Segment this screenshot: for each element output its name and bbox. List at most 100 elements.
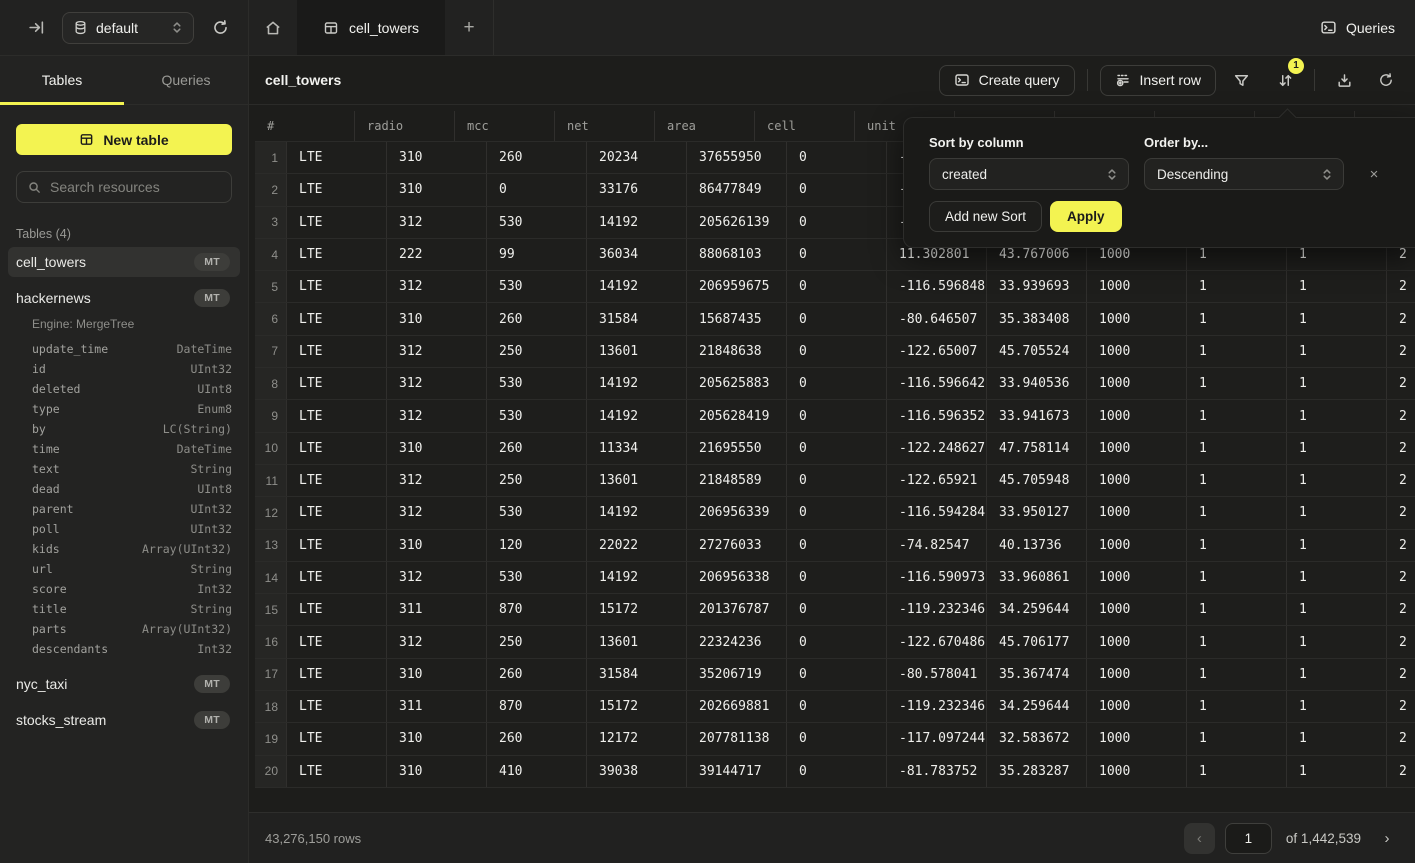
- cell-lat[interactable]: 34.259644: [987, 594, 1087, 625]
- cell-area[interactable]: 39038: [587, 756, 687, 787]
- cell-range[interactable]: 1000: [1087, 433, 1187, 464]
- cell-radio[interactable]: LTE: [287, 433, 387, 464]
- apply-button[interactable]: Apply: [1050, 201, 1122, 232]
- cell-created[interactable]: 2: [1387, 497, 1415, 528]
- cell-lat[interactable]: 34.259644: [987, 691, 1087, 722]
- cell-mcc[interactable]: 310: [387, 433, 487, 464]
- search-input[interactable]: [50, 179, 231, 195]
- cell-unit[interactable]: 0: [787, 659, 887, 690]
- cell-cell[interactable]: 206959675: [687, 271, 787, 302]
- cell-mcc[interactable]: 310: [387, 659, 487, 690]
- cell-net[interactable]: 260: [487, 303, 587, 334]
- cell-area[interactable]: 22022: [587, 530, 687, 561]
- cell-radio[interactable]: LTE: [287, 174, 387, 205]
- row-number-cell[interactable]: 3: [255, 207, 287, 238]
- cell-range[interactable]: 1000: [1087, 400, 1187, 431]
- cell-net[interactable]: 530: [487, 497, 587, 528]
- cell-range[interactable]: 1000: [1087, 756, 1187, 787]
- refresh-table-button[interactable]: [1369, 65, 1403, 96]
- cell-range[interactable]: 1000: [1087, 465, 1187, 496]
- cell-radio[interactable]: LTE: [287, 594, 387, 625]
- cell-area[interactable]: 15172: [587, 594, 687, 625]
- cell-lat[interactable]: 35.383408: [987, 303, 1087, 334]
- download-button[interactable]: [1327, 65, 1361, 96]
- cell-area[interactable]: 14192: [587, 497, 687, 528]
- cell-net[interactable]: 530: [487, 207, 587, 238]
- cell-cell[interactable]: 206956339: [687, 497, 787, 528]
- cell-created[interactable]: 2: [1387, 756, 1415, 787]
- cell-net[interactable]: 250: [487, 465, 587, 496]
- cell-cell[interactable]: 21848589: [687, 465, 787, 496]
- cell-net[interactable]: 870: [487, 594, 587, 625]
- cell-mcc[interactable]: 312: [387, 562, 487, 593]
- cell-lon[interactable]: -116.596848: [887, 271, 987, 302]
- cell-lon[interactable]: -116.596642: [887, 368, 987, 399]
- sidebar-item-hackernews[interactable]: hackernews MT: [8, 283, 240, 313]
- filter-button[interactable]: [1224, 65, 1258, 96]
- cell-mcc[interactable]: 310: [387, 530, 487, 561]
- cell-unit[interactable]: 0: [787, 723, 887, 754]
- cell-samples[interactable]: 1: [1187, 433, 1287, 464]
- cell-net[interactable]: 530: [487, 562, 587, 593]
- row-number-cell[interactable]: 17: [255, 659, 287, 690]
- cell-range[interactable]: 1000: [1087, 723, 1187, 754]
- cell-net[interactable]: 530: [487, 368, 587, 399]
- home-button[interactable]: [249, 0, 297, 55]
- row-number-cell[interactable]: 15: [255, 594, 287, 625]
- cell-area[interactable]: 14192: [587, 562, 687, 593]
- cell-lon[interactable]: -122.248627: [887, 433, 987, 464]
- cell-net[interactable]: 0: [487, 174, 587, 205]
- grid-header-cell[interactable]: cell: [755, 111, 855, 141]
- cell-created[interactable]: 2: [1387, 303, 1415, 334]
- tab-cell-towers[interactable]: cell_towers: [297, 0, 445, 55]
- cell-samples[interactable]: 1: [1187, 336, 1287, 367]
- insert-row-button[interactable]: Insert row: [1100, 65, 1216, 96]
- cell-range[interactable]: 1000: [1087, 691, 1187, 722]
- cell-area[interactable]: 13601: [587, 626, 687, 657]
- cell-lon[interactable]: -80.578041: [887, 659, 987, 690]
- cell-lon[interactable]: -81.783752: [887, 756, 987, 787]
- cell-radio[interactable]: LTE: [287, 271, 387, 302]
- cell-samples[interactable]: 1: [1187, 691, 1287, 722]
- cell-mcc[interactable]: 312: [387, 626, 487, 657]
- row-number-cell[interactable]: 11: [255, 465, 287, 496]
- cell-changeable[interactable]: 1: [1287, 562, 1387, 593]
- sort-button[interactable]: 1: [1268, 65, 1302, 96]
- cell-samples[interactable]: 1: [1187, 303, 1287, 334]
- cell-changeable[interactable]: 1: [1287, 400, 1387, 431]
- cell-unit[interactable]: 0: [787, 174, 887, 205]
- cell-area[interactable]: 13601: [587, 465, 687, 496]
- cell-net[interactable]: 260: [487, 723, 587, 754]
- cell-radio[interactable]: LTE: [287, 207, 387, 238]
- cell-created[interactable]: 2: [1387, 465, 1415, 496]
- cell-cell[interactable]: 205625883: [687, 368, 787, 399]
- cell-radio[interactable]: LTE: [287, 659, 387, 690]
- cell-created[interactable]: 2: [1387, 594, 1415, 625]
- row-number-cell[interactable]: 6: [255, 303, 287, 334]
- cell-created[interactable]: 2: [1387, 530, 1415, 561]
- cell-lon[interactable]: -74.82547: [887, 530, 987, 561]
- cell-range[interactable]: 1000: [1087, 336, 1187, 367]
- cell-range[interactable]: 1000: [1087, 659, 1187, 690]
- cell-samples[interactable]: 1: [1187, 626, 1287, 657]
- cell-samples[interactable]: 1: [1187, 497, 1287, 528]
- cell-created[interactable]: 2: [1387, 400, 1415, 431]
- cell-lat[interactable]: 35.283287: [987, 756, 1087, 787]
- cell-unit[interactable]: 0: [787, 303, 887, 334]
- cell-lon[interactable]: -122.65007: [887, 336, 987, 367]
- cell-net[interactable]: 260: [487, 659, 587, 690]
- sort-column-select[interactable]: created: [929, 158, 1129, 190]
- cell-lon[interactable]: -116.590973: [887, 562, 987, 593]
- cell-area[interactable]: 15172: [587, 691, 687, 722]
- cell-cell[interactable]: 88068103: [687, 239, 787, 270]
- database-selector[interactable]: default: [62, 12, 194, 44]
- cell-unit[interactable]: 0: [787, 433, 887, 464]
- queries-button[interactable]: Queries: [1300, 0, 1415, 55]
- cell-lat[interactable]: 32.583672: [987, 723, 1087, 754]
- cell-unit[interactable]: 0: [787, 336, 887, 367]
- cell-created[interactable]: 2: [1387, 368, 1415, 399]
- cell-unit[interactable]: 0: [787, 562, 887, 593]
- cell-lat[interactable]: 33.960861: [987, 562, 1087, 593]
- cell-radio[interactable]: LTE: [287, 723, 387, 754]
- cell-changeable[interactable]: 1: [1287, 368, 1387, 399]
